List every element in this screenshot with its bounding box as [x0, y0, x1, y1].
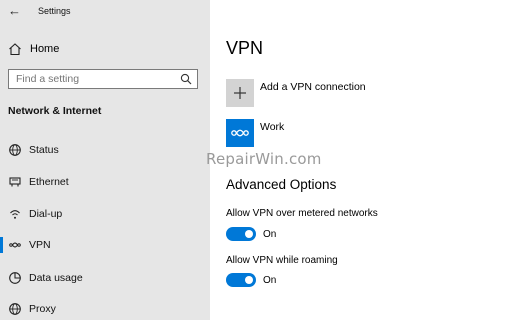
app-title: Settings	[38, 6, 71, 16]
add-tile	[226, 79, 254, 107]
sidebar-item-label: Status	[29, 144, 59, 156]
vpn-connection-work[interactable]: Work	[226, 119, 506, 149]
roaming-toggle-state: On	[263, 275, 277, 286]
sidebar-item-label: Proxy	[29, 303, 56, 315]
home-nav-item[interactable]: Home	[8, 40, 202, 60]
sidebar-item-label: Ethernet	[29, 176, 69, 188]
metered-option-label: Allow VPN over metered networks	[226, 208, 378, 219]
roaming-toggle[interactable]	[226, 273, 256, 287]
add-vpn-label: Add a VPN connection	[260, 81, 366, 93]
selection-indicator	[0, 237, 3, 253]
sidebar-item-label: Data usage	[29, 272, 83, 284]
title-bar: ← Settings	[0, 0, 210, 24]
vpn-connection-icon	[231, 129, 249, 137]
proxy-globe-icon	[9, 303, 21, 315]
add-vpn-connection-button[interactable]: Add a VPN connection	[226, 79, 506, 109]
advanced-options-heading: Advanced Options	[226, 177, 337, 192]
dialup-icon	[10, 210, 20, 219]
plus-icon	[234, 87, 246, 99]
back-arrow-icon[interactable]: ←	[8, 3, 22, 19]
home-label: Home	[30, 43, 60, 55]
metered-toggle[interactable]	[226, 227, 256, 241]
search-icon[interactable]	[180, 73, 192, 85]
sidebar-item-ethernet[interactable]: Ethernet	[0, 170, 210, 194]
watermark: RepairWin.com	[206, 150, 322, 168]
page-title: VPN	[226, 38, 264, 58]
sidebar-item-proxy[interactable]: Proxy	[0, 297, 210, 321]
sidebar-item-label: VPN	[29, 239, 51, 251]
ethernet-icon	[9, 177, 21, 187]
data-usage-icon	[9, 272, 21, 284]
sidebar-item-dialup[interactable]: Dial-up	[0, 202, 210, 226]
sidebar-item-vpn[interactable]: VPN	[0, 233, 210, 257]
vpn-icon	[9, 242, 21, 248]
home-icon	[9, 43, 21, 56]
search-box[interactable]	[8, 69, 198, 89]
sidebar: ← Settings Home Network & Internet Statu…	[0, 0, 210, 320]
search-input[interactable]	[9, 70, 181, 88]
sidebar-item-data-usage[interactable]: Data usage	[0, 266, 210, 290]
toggle-knob	[245, 230, 253, 238]
globe-icon	[9, 144, 21, 156]
section-title: Network & Internet	[8, 105, 102, 117]
connection-name: Work	[260, 121, 285, 133]
sidebar-item-status[interactable]: Status	[0, 138, 210, 162]
roaming-option-label: Allow VPN while roaming	[226, 255, 338, 266]
sidebar-item-label: Dial-up	[29, 208, 63, 220]
toggle-knob	[245, 276, 253, 284]
connection-tile	[226, 119, 254, 147]
metered-toggle-state: On	[263, 229, 277, 240]
